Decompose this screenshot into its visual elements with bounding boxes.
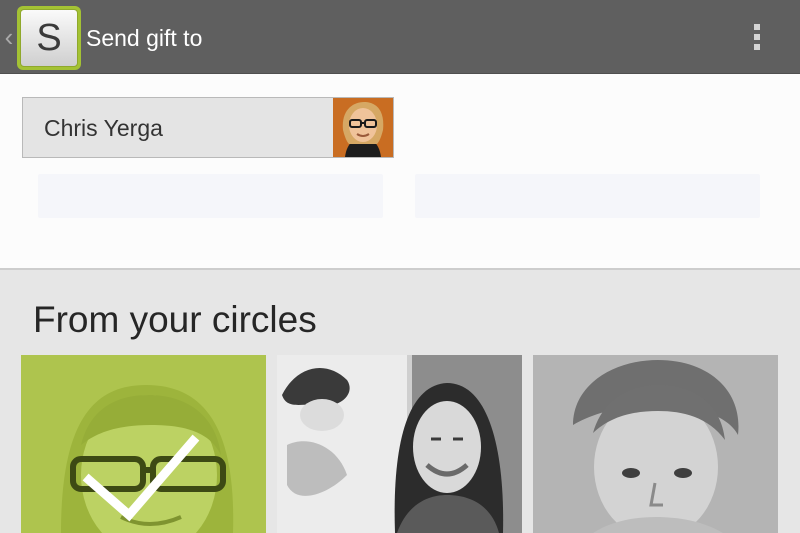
section-title: From your circles	[33, 299, 317, 340]
overflow-dot	[754, 44, 760, 50]
overflow-dot	[754, 24, 760, 30]
young-man-photo	[533, 355, 778, 533]
woman-smiling-photo	[277, 355, 522, 533]
chevron-left-icon[interactable]: ‹	[2, 22, 16, 52]
overflow-dot	[754, 34, 760, 40]
ghost-button	[38, 174, 383, 218]
person-tile-selected[interactable]	[21, 355, 266, 533]
action-bar: ‹ S Send gift to	[0, 0, 800, 74]
page-title: Send gift to	[86, 25, 203, 51]
person-tile[interactable]	[277, 355, 522, 533]
recipient-name: Chris Yerga	[44, 115, 163, 141]
app-icon-letter: S	[20, 9, 78, 67]
ghost-button	[415, 174, 760, 218]
recipient-panel: Chris Yerga	[0, 74, 800, 270]
app-icon[interactable]: S	[17, 6, 81, 70]
recipient-chip[interactable]: Chris Yerga	[22, 97, 394, 158]
recipient-avatar	[333, 98, 393, 157]
overflow-menu-icon[interactable]	[740, 20, 774, 54]
person-tile[interactable]	[533, 355, 778, 533]
man-with-glasses-photo	[21, 355, 266, 533]
